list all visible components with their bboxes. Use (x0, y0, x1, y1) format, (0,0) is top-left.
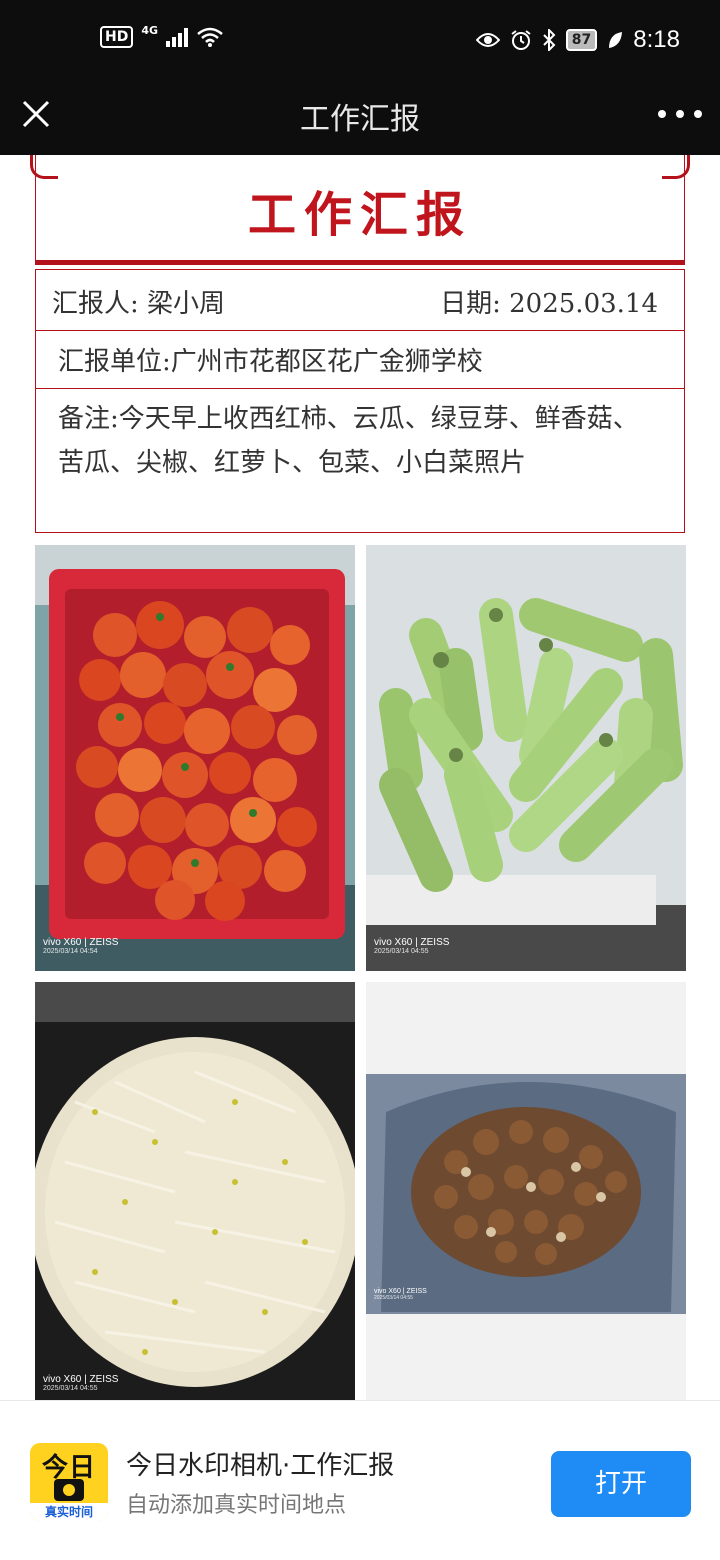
report-date: 日期: 2025.03.14 (440, 289, 658, 319)
app-icon[interactable]: 今日 真实时间 (30, 1443, 108, 1521)
photo-zucchini[interactable]: vivo X60 | ZEISS 2025/03/14 04:55 (366, 545, 686, 971)
bean-sprouts-image (35, 982, 355, 1400)
watermark-timestamp: 2025/03/14 04:55 (43, 1385, 98, 1392)
more-dot-icon (676, 110, 684, 118)
more-dot-icon (658, 110, 666, 118)
report-header: 工作汇报 (35, 155, 685, 265)
title-bar: 工作汇报 (0, 80, 720, 155)
clock: 8:18 (633, 26, 680, 53)
tomatoes-image (35, 545, 355, 971)
zucchini-image (366, 545, 686, 971)
watermark-timestamp: 2025/03/14 04:55 (374, 1295, 413, 1301)
report-card: 工作汇报 汇报人: 梁小周 日期: 2025.03.14 汇报单位:广州市花都区… (0, 155, 720, 1400)
app-promo-banner: 今日 真实时间 今日水印相机·工作汇报 自动添加真实时间地点 打开 (0, 1400, 720, 1560)
reporter-name: 汇报人: 梁小周 (52, 289, 226, 319)
page-title: 工作汇报 (300, 102, 420, 137)
remarks-row: 备注:今天早上收西红柿、云瓜、绿豆芽、鲜香菇、苦瓜、尖椒、红萝卜、包菜、小白菜照… (35, 389, 685, 533)
photo-watermark: vivo X60 | ZEISS 2025/03/14 04:55 (43, 1374, 118, 1392)
more-dot-icon (694, 110, 702, 118)
photo-watermark: vivo X60 | ZEISS 2025/03/14 04:55 (374, 937, 449, 955)
alarm-icon (511, 30, 531, 50)
photo-watermark: vivo X60 | ZEISS 2025/03/14 04:55 (374, 1288, 427, 1301)
banner-subtitle: 自动添加真实时间地点 (126, 1493, 347, 1518)
report-remarks: 备注:今天早上收西红柿、云瓜、绿豆芽、鲜香菇、苦瓜、尖椒、红萝卜、包菜、小白菜照… (58, 404, 639, 478)
photo-bean-sprouts[interactable]: vivo X60 | ZEISS 2025/03/14 04:55 (35, 982, 355, 1400)
status-bar: HD 4G 87 8:18 (0, 0, 720, 80)
mushrooms-image (366, 982, 686, 1400)
network-type: 4G (141, 24, 159, 37)
bluetooth-icon (543, 29, 556, 51)
reporter-row: 汇报人: 梁小周 日期: 2025.03.14 (35, 269, 685, 331)
photo-watermark: vivo X60 | ZEISS 2025/03/14 04:54 (43, 937, 118, 955)
watermark-brand: vivo X60 | ZEISS (43, 937, 119, 948)
wifi-icon (197, 27, 223, 47)
watermark-brand: vivo X60 | ZEISS (43, 1374, 119, 1385)
eye-icon (475, 33, 500, 47)
leaf-icon (609, 32, 623, 48)
report-unit: 汇报单位:广州市花都区花广金狮学校 (58, 347, 483, 377)
signal-icon (166, 27, 189, 47)
unit-row: 汇报单位:广州市花都区花广金狮学校 (35, 329, 685, 389)
status-right: 87 8:18 (475, 26, 680, 54)
report-heading: 工作汇报 (247, 187, 472, 243)
watermark-timestamp: 2025/03/14 04:54 (43, 948, 98, 955)
camera-icon (54, 1479, 84, 1501)
app-icon-strip: 真实时间 (30, 1503, 108, 1521)
battery-indicator: 87 (565, 29, 598, 51)
hd-badge: HD (100, 26, 134, 48)
watermark-brand: vivo X60 | ZEISS (374, 937, 450, 948)
photo-mushrooms[interactable]: vivo X60 | ZEISS 2025/03/14 04:55 (366, 982, 686, 1400)
watermark-brand: vivo X60 | ZEISS (374, 1288, 427, 1295)
banner-title: 今日水印相机·工作汇报 (126, 1451, 395, 1481)
photo-tomatoes[interactable]: vivo X60 | ZEISS 2025/03/14 04:54 (35, 545, 355, 971)
open-app-button[interactable]: 打开 (551, 1451, 691, 1517)
status-left: HD 4G (100, 24, 224, 48)
watermark-timestamp: 2025/03/14 04:55 (374, 948, 429, 955)
more-options-button[interactable] (658, 96, 702, 132)
